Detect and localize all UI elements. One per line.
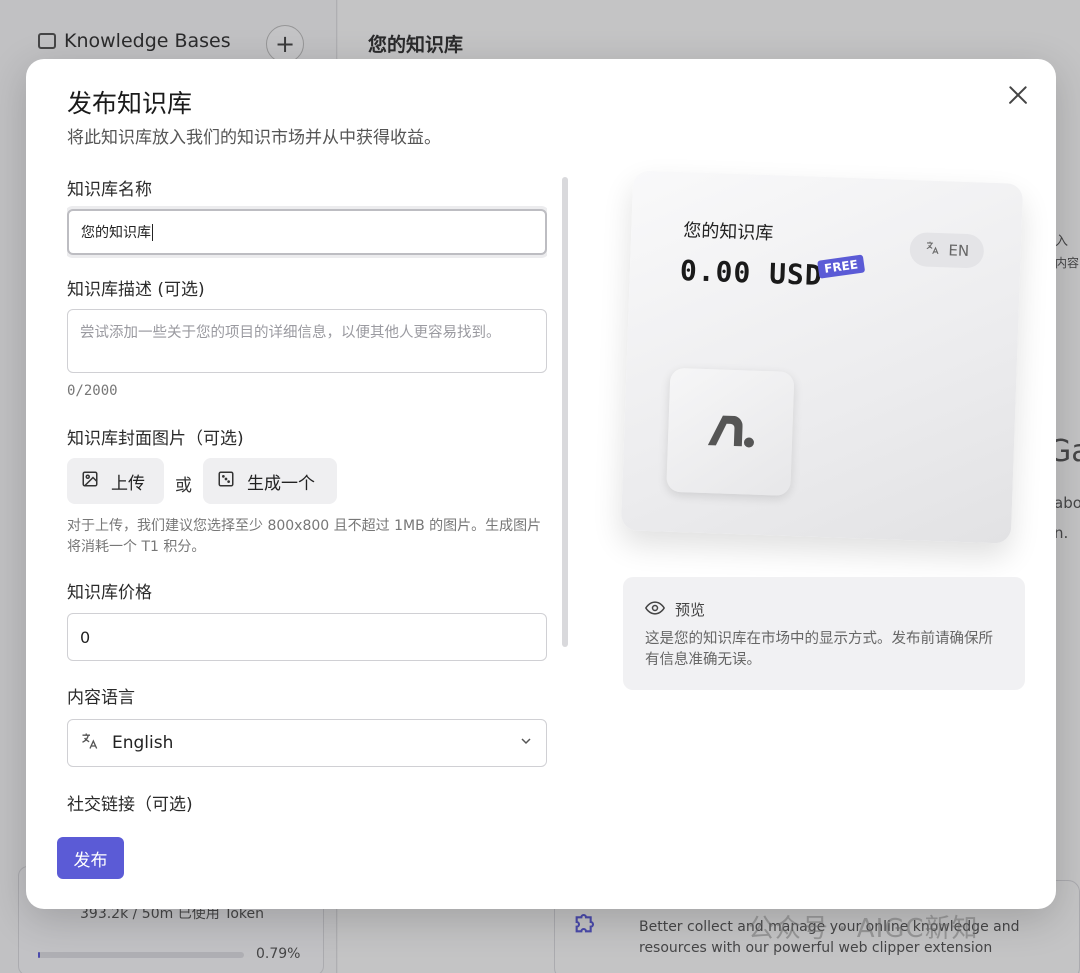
language-select[interactable]: English [67,719,547,767]
description-textarea[interactable]: 尝试添加一些关于您的项目的详细信息，以便其他人更容易找到。 [67,309,547,373]
price-input[interactable]: 0 [67,613,547,661]
publish-button[interactable]: 发布 [57,837,124,879]
preview-card-price: 0.00 USD [679,253,824,292]
app-logo-icon [704,409,758,455]
language-value: English [112,733,174,753]
translate-icon [80,731,100,755]
form-scrollbar[interactable] [562,177,568,647]
preview-card-language: EN [909,232,985,269]
description-label: 知识库描述 (可选) [67,280,205,300]
generate-label: 生成一个 [247,473,315,494]
dialog-title: 发布知识库 [67,89,193,118]
preview-card-language-code: EN [948,241,970,261]
text-caret [152,223,153,241]
name-input-value: 您的知识库 [81,225,151,241]
image-icon [81,470,99,493]
translate-icon [924,240,941,261]
name-input[interactable]: 您的知识库 [67,209,547,255]
cover-hint: 对于上传，我们建议您选择至少 800x800 且不超过 1MB 的图片。生成图片… [67,518,542,555]
watermark: 公众号 · AIGC新知 [748,914,979,944]
dialog-subtitle: 将此知识库放入我们的知识市场并从中获得收益。 [67,128,441,148]
preview-info: 预览 这是您的知识库在市场中的显示方式。发布前请确保所有信息准确无误。 [623,577,1025,690]
free-badge: FREE [817,254,866,279]
preview-card-cover [666,367,795,496]
dice-icon [217,470,235,493]
cover-label: 知识库封面图片（可选) [67,429,244,449]
price-label: 知识库价格 [67,583,152,603]
preview-description: 这是您的知识库在市场中的显示方式。发布前请确保所有信息准确无误。 [645,631,993,668]
eye-icon [644,600,666,620]
preview-card: 您的知识库 0.00 USD FREE EN [620,170,1024,544]
chevron-down-icon [518,733,534,753]
upload-label: 上传 [111,473,145,494]
language-label: 内容语言 [67,688,135,708]
or-separator: 或 [175,476,192,496]
preview-card-title: 您的知识库 [682,220,774,245]
publish-dialog: 发布知识库 将此知识库放入我们的知识市场并从中获得收益。 知识库名称 您的知识库… [26,59,1056,909]
preview-heading: 预览 [675,601,706,619]
social-links-label: 社交链接（可选) [67,795,193,815]
description-counter: 0/2000 [67,383,118,399]
close-icon[interactable] [1004,81,1032,109]
price-input-value: 0 [80,627,91,647]
publish-form: 知识库名称 您的知识库 知识库描述 (可选) 尝试添加一些关于您的项目的详细信息… [67,171,547,831]
generate-button[interactable]: 生成一个 [203,458,337,504]
upload-button[interactable]: 上传 [67,458,164,504]
name-label: 知识库名称 [67,180,152,200]
description-placeholder: 尝试添加一些关于您的项目的详细信息，以便其他人更容易找到。 [80,325,501,341]
